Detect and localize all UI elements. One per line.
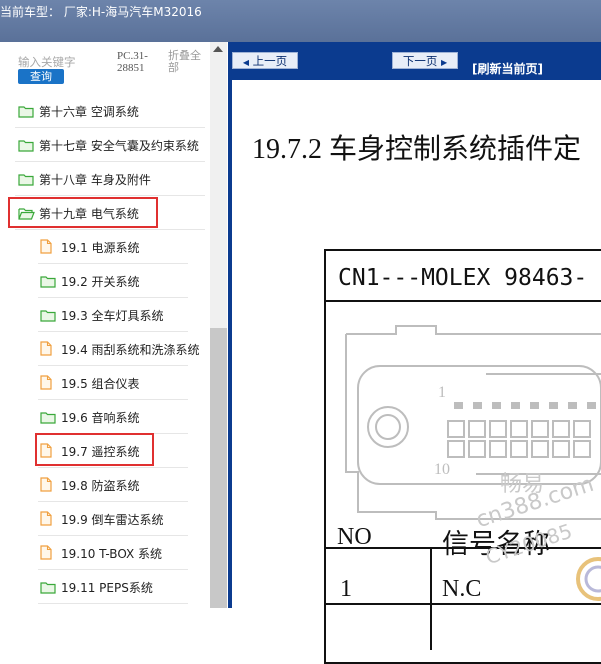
tree-item[interactable]: 19.11 PEPS系统 (0, 570, 210, 604)
tree-item-label: 19.10 T-BOX 系统 (61, 547, 163, 561)
pin-label-10: 10 (434, 461, 450, 478)
window-titlebar: 当前车型： 厂家:H-海马汽车M32016 (0, 0, 601, 42)
document-pane: ◀ 上一页 下一页 ▶ [刷新当前页] 19.7.2 车身控制系统插件定 CN1… (228, 42, 601, 664)
tree-item[interactable]: 19.10 T-BOX 系统 (0, 536, 210, 570)
table-column-divider (430, 547, 432, 650)
tree-item[interactable]: 第十八章 车身及附件 (0, 162, 210, 196)
frame-border (228, 80, 232, 608)
tree-item-label: 第十八章 车身及附件 (39, 173, 151, 187)
tree-item[interactable]: 19.4 雨刮系统和洗涤系统 (0, 332, 210, 366)
tree-item[interactable]: 19.6 音响系统 (0, 400, 210, 434)
tree-item-label: 19.8 防盗系统 (61, 479, 140, 493)
tree-item-label: 19.11 PEPS系统 (61, 581, 153, 595)
tree-item[interactable]: 19.1 电源系统 (0, 230, 210, 264)
search-input[interactable] (18, 54, 114, 70)
document-icon (40, 545, 52, 564)
table-cell-signal: N.C (442, 576, 482, 602)
watermark-logo-icon (576, 557, 601, 601)
pc-code: PC.31-28851 (117, 50, 148, 74)
folder-closed-icon (40, 409, 56, 428)
next-page-button[interactable]: 下一页 ▶ (392, 52, 458, 69)
tree-item[interactable]: 19.8 防盗系统 (0, 468, 210, 502)
chapter19-highlight (8, 197, 158, 228)
tree-item-label: 19.5 组合仪表 (61, 377, 140, 391)
table-cell-no: 1 (340, 576, 352, 602)
connector-header: CN1---MOLEX 98463- (338, 265, 588, 291)
next-page-label: 下一页 (402, 54, 438, 68)
tree-item[interactable]: 19.5 组合仪表 (0, 366, 210, 400)
window-title: 当前车型： 厂家:H-海马汽车M32016 (0, 5, 202, 19)
tree-item-label: 19.4 雨刮系统和洗涤系统 (61, 343, 200, 357)
folder-closed-icon (40, 273, 56, 292)
tree-item[interactable]: 19.9 倒车雷达系统 (0, 502, 210, 536)
tree-item[interactable]: 第十七章 安全气囊及约束系统 (0, 128, 210, 162)
tree-item-label: 19.9 倒车雷达系统 (61, 513, 164, 527)
folder-closed-icon (18, 137, 34, 156)
tree-item[interactable]: 第十六章 空调系统 (0, 94, 210, 128)
tree-item-label: 19.1 电源系统 (61, 241, 140, 255)
document-icon (40, 239, 52, 258)
search-button[interactable]: 查询 (18, 69, 64, 84)
document-icon (40, 341, 52, 360)
tree-item-label: 19.3 全车灯具系统 (61, 309, 164, 323)
column-header-no: NO (337, 524, 372, 550)
folder-closed-icon (18, 103, 34, 122)
prev-page-button[interactable]: ◀ 上一页 (232, 52, 298, 69)
left-scrollbar[interactable] (210, 42, 227, 608)
document-icon (40, 511, 52, 530)
remote-system-highlight (35, 433, 154, 466)
refresh-page-link[interactable]: [刷新当前页] (472, 60, 543, 77)
tree-item-label: 19.6 音响系统 (61, 411, 140, 425)
pin-label-1: 1 (438, 384, 446, 401)
table-divider (324, 300, 601, 302)
folder-closed-icon (40, 579, 56, 598)
next-arrow-icon: ▶ (441, 58, 448, 67)
tree-item-label: 19.2 开关系统 (61, 275, 140, 289)
page-toolbar: ◀ 上一页 下一页 ▶ [刷新当前页] (228, 42, 601, 80)
prev-arrow-icon: ◀ (242, 58, 249, 67)
table-divider (324, 603, 601, 605)
folder-closed-icon (18, 171, 34, 190)
connector-diagram: 1 10 (345, 325, 601, 520)
document-icon (40, 375, 52, 394)
tree-item[interactable]: 19.3 全车灯具系统 (0, 298, 210, 332)
document-title: 19.7.2 车身控制系统插件定 (252, 134, 582, 165)
tree-item-label: 第十六章 空调系统 (39, 105, 139, 119)
prev-page-label: 上一页 (252, 54, 288, 68)
tree-row-divider (38, 603, 188, 604)
scroll-up-arrow-icon[interactable] (213, 46, 223, 52)
collapse-all-button[interactable]: 折叠全部 (168, 50, 204, 74)
tree-item[interactable]: 19.2 开关系统 (0, 264, 210, 298)
left-panel: 查询 PC.31-28851 折叠全部 第十六章 空调系统第十七章 安全气囊及约… (0, 42, 228, 608)
tree-item-label: 第十七章 安全气囊及约束系统 (39, 139, 199, 153)
scroll-thumb[interactable] (210, 328, 227, 608)
document-icon (40, 477, 52, 496)
folder-closed-icon (40, 307, 56, 326)
search-bar: 查询 PC.31-28851 折叠全部 (0, 42, 210, 92)
